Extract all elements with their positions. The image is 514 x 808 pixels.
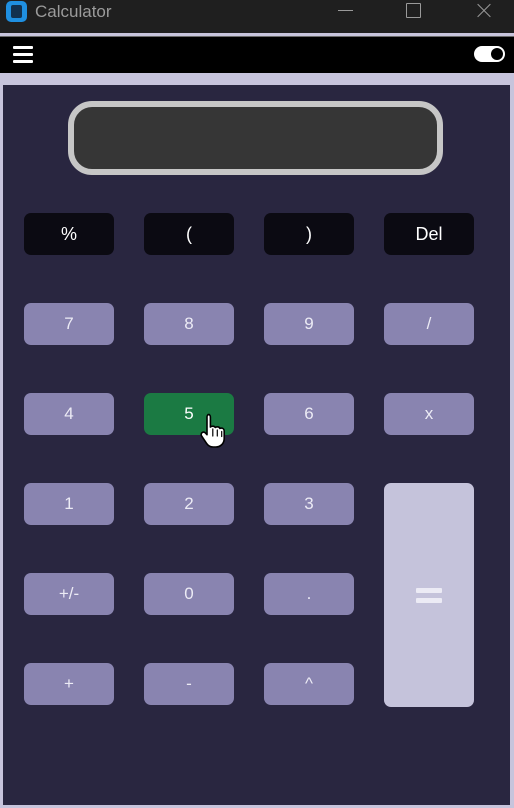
digit-3-button[interactable]: 3 [264, 483, 354, 525]
hamburger-menu-icon[interactable] [13, 46, 33, 64]
digit-7-button[interactable]: 7 [24, 303, 114, 345]
close-paren-button[interactable]: ) [264, 213, 354, 255]
result-display [68, 101, 443, 175]
window-title: Calculator [35, 2, 112, 21]
digit-1-button[interactable]: 1 [24, 483, 114, 525]
digit-2-button[interactable]: 2 [144, 483, 234, 525]
digit-6-button[interactable]: 6 [264, 393, 354, 435]
maximize-button[interactable] [390, 0, 436, 24]
calculator-app-icon [6, 1, 27, 22]
minimize-button[interactable] [322, 0, 368, 24]
digit-8-button[interactable]: 8 [144, 303, 234, 345]
digit-5-button[interactable]: 5 [144, 393, 234, 435]
plus-button[interactable]: + [24, 663, 114, 705]
equals-icon [416, 586, 442, 605]
equals-button[interactable] [384, 483, 474, 707]
decimal-button[interactable]: . [264, 573, 354, 615]
minus-button[interactable]: - [144, 663, 234, 705]
power-button[interactable]: ^ [264, 663, 354, 705]
multiply-button[interactable]: x [384, 393, 474, 435]
open-paren-button[interactable]: ( [144, 213, 234, 255]
close-button[interactable] [460, 0, 506, 24]
percent-button[interactable]: % [24, 213, 114, 255]
title-bar: Calculator [0, 0, 514, 33]
delete-button[interactable]: Del [384, 213, 474, 255]
theme-toggle[interactable] [474, 46, 505, 62]
digit-4-button[interactable]: 4 [24, 393, 114, 435]
digit-0-button[interactable]: 0 [144, 573, 234, 615]
app-bar [0, 36, 514, 73]
negate-button[interactable]: +/- [24, 573, 114, 615]
digit-9-button[interactable]: 9 [264, 303, 354, 345]
divide-button[interactable]: / [384, 303, 474, 345]
